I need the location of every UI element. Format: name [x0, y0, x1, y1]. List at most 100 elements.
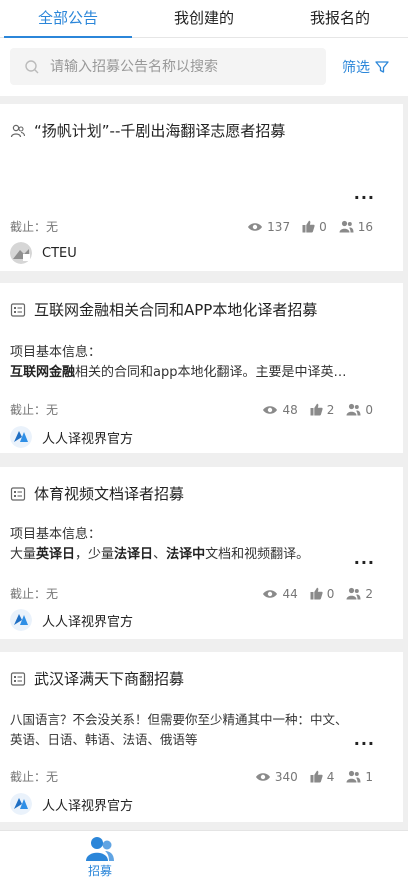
announcement-card[interactable]: “扬帆计划”--千剧出海翻译志愿者招募 ... 截止：无 137 0 16 CT… [0, 104, 403, 271]
thumbs-up-icon [310, 587, 323, 600]
announcement-card[interactable]: 武汉译满天下商翻招募 八国语言？不会没关系！但需要你至少精通其中一种：中文、 英… [0, 652, 403, 822]
views-stat: 44 [262, 586, 298, 601]
views-stat: 340 [255, 770, 298, 784]
funnel-icon [375, 60, 389, 73]
thumbs-up-icon [302, 220, 315, 233]
card-author: 人人译视界官方 [10, 793, 133, 815]
tab-all-announcements[interactable]: 全部公告 [0, 0, 136, 38]
members-stat: 0 [346, 403, 373, 417]
eye-icon [255, 772, 270, 781]
tab-my-registrations[interactable]: 我报名的 [272, 0, 408, 37]
people-icon [346, 587, 361, 600]
card-body: 八国语言？不会没关系！但需要你至少精通其中一种：中文、 英语、日语、韩语、法语、… [10, 710, 393, 750]
more-options-button[interactable]: ... [354, 184, 375, 203]
card-author: 人人译视界官方 [10, 609, 133, 631]
card-title-text: 互联网金融相关合同和APP本地化译者招募 [34, 301, 318, 319]
tab-created-by-me[interactable]: 我创建的 [136, 0, 272, 37]
members-count: 2 [365, 586, 373, 601]
card-body: 项目基本信息： 大量英译日，少量法译日、法译中文档和视频翻译。 [10, 525, 373, 565]
members-stat: 16 [339, 220, 373, 234]
thumbs-up-icon [310, 770, 323, 783]
eye-icon [263, 405, 278, 414]
likes-count: 0 [319, 219, 327, 234]
card-title-text: 体育视频文档译者招募 [34, 485, 185, 503]
views-stat: 137 [247, 220, 290, 234]
likes-stat[interactable]: 0 [310, 586, 335, 601]
card-author: 人人译视界官方 [10, 426, 133, 448]
users-icon [86, 837, 114, 861]
members-stat: 1 [346, 770, 373, 784]
views-count: 48 [282, 402, 298, 417]
tab-bar: 全部公告 我创建的 我报名的 [0, 0, 408, 38]
card-meta: 截止：无 137 0 16 [10, 218, 373, 235]
body-label: 项目基本信息： [10, 527, 102, 542]
likes-stat[interactable]: 4 [310, 769, 335, 784]
card-title: 武汉译满天下商翻招募 [10, 668, 184, 689]
views-count: 340 [274, 769, 298, 784]
search-input[interactable] [50, 58, 310, 75]
bottom-nav-bar: 招募 [0, 830, 408, 883]
people-icon [346, 403, 361, 416]
views-count: 44 [282, 586, 298, 601]
document-list-icon [10, 671, 26, 686]
nav-recruit-label: 招募 [87, 864, 112, 878]
deadline: 截止：无 [10, 587, 59, 601]
announcement-card[interactable]: 互联网金融相关合同和APP本地化译者招募 项目基本信息： 互联网金融相关的合同和… [0, 283, 403, 453]
card-title-text: “扬帆计划”--千剧出海翻译志愿者招募 [34, 122, 286, 140]
likes-stat[interactable]: 2 [310, 402, 335, 417]
members-stat: 2 [346, 587, 373, 601]
top-bar: 全部公告 我创建的 我报名的 筛选 [0, 0, 408, 96]
more-options-button[interactable]: ... [354, 549, 375, 568]
avatar [10, 793, 32, 815]
more-options-button[interactable]: ... [354, 730, 375, 749]
members-count: 16 [357, 219, 373, 234]
card-meta: 截止：无 44 0 2 [10, 585, 373, 602]
body-label: 项目基本信息： [10, 345, 102, 360]
card-title: 体育视频文档译者招募 [10, 483, 184, 504]
avatar [10, 609, 32, 631]
document-list-icon [10, 486, 26, 501]
search-row: 筛选 [0, 38, 408, 85]
card-title: 互联网金融相关合同和APP本地化译者招募 [10, 299, 317, 320]
people-icon [339, 220, 354, 233]
eye-icon [248, 222, 263, 231]
avatar [10, 242, 32, 264]
body-text: 大量英译日，少量法译日、法译中文档和视频翻译。 [10, 547, 310, 562]
avatar [10, 426, 32, 448]
group-icon [10, 124, 26, 137]
thumbs-up-icon [310, 403, 323, 416]
body-line: 英语、日语、韩语、法语、俄语等 [10, 732, 198, 747]
author-name: 人人译视界官方 [42, 614, 134, 630]
card-body: 项目基本信息： 互联网金融相关的合同和app本地化翻译。主要是中译英… [10, 343, 373, 383]
deadline: 截止：无 [10, 220, 59, 234]
members-count: 0 [365, 402, 373, 417]
author-name: 人人译视界官方 [42, 431, 134, 447]
search-icon [25, 59, 39, 73]
body-line: 八国语言？不会没关系！但需要你至少精通其中一种：中文、 [10, 712, 348, 727]
author-name: CTEU [42, 245, 77, 261]
author-name: 人人译视界官方 [42, 798, 134, 814]
likes-count: 2 [326, 402, 335, 417]
likes-count: 4 [326, 769, 335, 784]
members-count: 1 [365, 769, 373, 784]
likes-stat[interactable]: 0 [302, 220, 327, 234]
filter-label: 筛选 [342, 59, 370, 76]
card-meta: 截止：无 340 4 1 [10, 768, 373, 785]
eye-icon [263, 589, 278, 598]
views-stat: 48 [262, 402, 298, 417]
card-author: CTEU [10, 242, 77, 264]
deadline: 截止：无 [10, 403, 59, 417]
search-box[interactable] [10, 48, 326, 85]
card-meta: 截止：无 48 2 0 [10, 401, 373, 418]
card-title: “扬帆计划”--千剧出海翻译志愿者招募 [10, 120, 285, 141]
likes-count: 0 [326, 586, 335, 601]
nav-recruit[interactable]: 招募 [80, 835, 120, 879]
deadline: 截止：无 [10, 770, 59, 784]
views-count: 137 [267, 219, 291, 234]
document-list-icon [10, 302, 26, 317]
filter-button[interactable]: 筛选 [342, 57, 390, 77]
announcement-card[interactable]: 体育视频文档译者招募 项目基本信息： 大量英译日，少量法译日、法译中文档和视频翻… [0, 467, 403, 639]
people-icon [346, 770, 361, 783]
body-text: 互联网金融相关的合同和app本地化翻译。主要是中译英… [10, 365, 347, 380]
card-title-text: 武汉译满天下商翻招募 [34, 670, 185, 688]
